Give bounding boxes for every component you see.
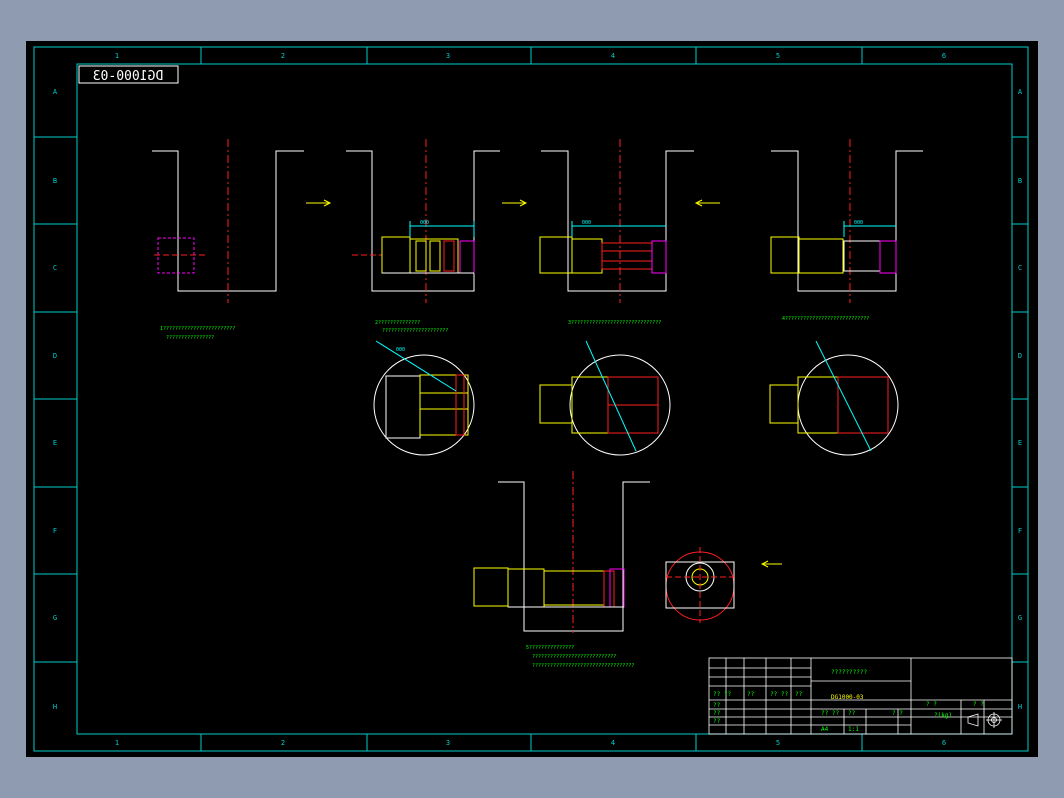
note-step-2-line-1: 2?????????????? [375,320,420,326]
row-label-right-f: F [1018,527,1022,535]
col-label-top-4: 4 [611,52,615,60]
pit-step-4: 000 [770,139,923,303]
row-label-left-f: F [53,527,57,535]
row-label-right-g: G [1018,614,1022,622]
row-label-right-e: E [1018,439,1022,447]
stage-label-2: ?? [848,710,856,717]
col-label-bottom-6: 6 [942,739,946,747]
note-step-3-line-1: 3?????????????????????????????? [568,320,661,326]
drawing-number-mirrored: DG1000-03 [93,69,163,84]
title-label-4: ?? [795,691,803,698]
note-step-1-line-1: 1???????????????????????? [160,326,235,332]
dim-label-4: 000 [396,347,405,353]
arrow-1 [306,199,332,207]
pit-step-3: 000 [539,139,694,303]
row-label-left-a: A [53,88,58,96]
title-mass: ?(kg) [934,712,952,719]
col-label-top-3: 3 [446,52,450,60]
row-label-right-h: H [1018,703,1022,711]
col-label-bottom-3: 3 [446,739,450,747]
drawing-number-box: DG1000-03 [78,65,179,84]
row-label-left-g: G [53,614,57,622]
note-step-2-line-2: ?????????????????????? [382,328,448,334]
col-label-bottom-1: 1 [115,739,119,747]
title-label-1: ?? ?? [713,691,731,698]
top-view-4 [769,340,899,456]
note-step-5-line-3: ?????????????????????????????????? [532,663,634,669]
machine-body [381,236,411,274]
section-detail [665,547,735,623]
col-label-bottom-2: 2 [281,739,285,747]
title-block-code: DG1000-03 [831,694,864,701]
projection-symbol-icon [967,712,1002,728]
title-label-2: ?? [747,691,755,698]
stage-label-1: ?? ?? [821,710,839,717]
row-label-right-d: D [1018,352,1022,360]
col-label-top-1: 1 [115,52,119,60]
pit-step-2: 000 [346,139,500,303]
col-label-top-5: 5 [776,52,780,60]
top-view-3 [539,340,671,456]
pit-step-5 [473,471,650,633]
dim-label-2: 000 [582,220,591,226]
title-label-6: ?? [713,710,721,717]
row-label-left-h: H [53,703,57,711]
pit-step-1 [152,139,304,303]
dim-label-3: 000 [854,220,863,226]
title-label-7: ?? [713,718,721,725]
note-step-5-line-2: ???????????????????????????? [532,654,616,660]
dim-label-1: 000 [420,220,429,226]
title-label-3: ?? ?? [770,691,788,698]
col-label-bottom-5: 5 [776,739,780,747]
title-block-name: ?????????? [831,669,868,676]
section-arrow [760,560,782,568]
arrow-3 [694,199,720,207]
drawing-sheet: 1 2 3 4 5 6 1 2 3 4 5 6 A B C D E F G H … [26,41,1038,757]
row-label-right-b: B [1018,177,1022,185]
title-label-5: ?? [713,702,721,709]
sheet-label-2: ? ? [973,701,984,708]
title-scale: 1:1 [848,726,859,733]
row-label-left-b: B [53,177,57,185]
row-label-right-c: C [1018,264,1022,272]
sheet-label-1: ? ? [926,701,937,708]
cad-canvas[interactable]: 1 2 3 4 5 6 1 2 3 4 5 6 A B C D E F G H … [26,41,1038,757]
row-label-left-e: E [53,439,57,447]
col-label-top-6: 6 [942,52,946,60]
note-step-5-line-1: 5??????????????? [526,645,574,651]
row-label-right-a: A [1018,88,1023,96]
top-view-2: 000 [373,340,475,456]
arrow-2 [502,199,528,207]
stage-label-3: ? ? [892,710,903,717]
col-label-top-2: 2 [281,52,285,60]
row-label-left-d: D [53,352,57,360]
note-step-1-line-2: ???????????????? [166,335,214,341]
col-label-bottom-4: 4 [611,739,615,747]
title-paper: A4 [821,726,829,733]
note-step-4-line-1: 4???????????????????????????? [782,316,869,322]
row-label-left-c: C [53,264,57,272]
